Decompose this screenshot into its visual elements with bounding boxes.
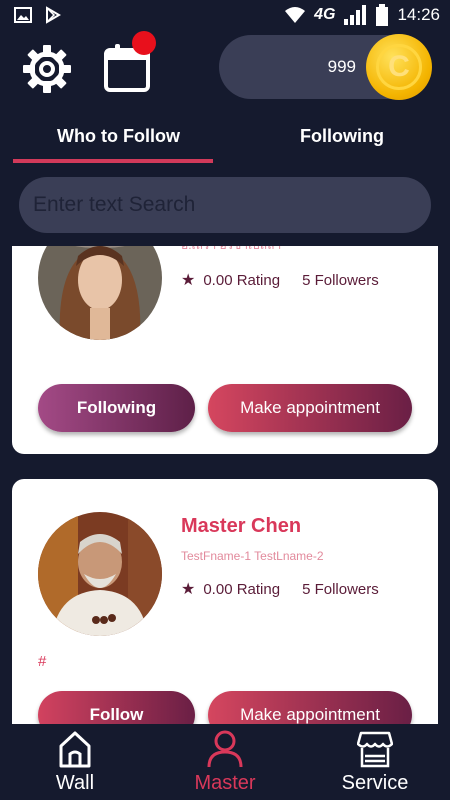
make-appointment-button[interactable]: Make appointment: [208, 384, 412, 432]
master-name: Master Chen: [181, 515, 302, 537]
status-right: 4G 14:26: [284, 4, 440, 26]
master-subtitle: อ.เลรา อริชาเบิลลา: [181, 246, 281, 255]
clock: 14:26: [397, 5, 440, 24]
followers-text: 5 Followers: [302, 271, 379, 289]
tab-who-to-follow[interactable]: Who to Follow: [57, 126, 180, 147]
rating-text: 0.00 Rating: [203, 271, 281, 289]
master-stats: ★ 0.00 Rating 5 Followers: [181, 270, 379, 290]
app-header: 999 C: [0, 30, 450, 106]
status-left: [14, 6, 62, 24]
notification-badge: [132, 31, 156, 55]
avatar-photo: [38, 246, 162, 340]
master-list[interactable]: อ.เลรา อริชาเบิลลา ★ 0.00 Rating 5 Follo…: [0, 246, 450, 724]
battery-icon: [376, 4, 389, 26]
bottom-navigation: Wall Master Service: [0, 724, 450, 800]
home-icon: [59, 731, 91, 768]
gallery-icon: [14, 7, 32, 23]
coin-symbol: C: [376, 44, 422, 90]
master-card[interactable]: Master Chen TestFname-1 TestLname-2 ★ 0.…: [12, 479, 438, 724]
followers-text: 5 Followers: [302, 580, 379, 598]
play-store-icon: [46, 6, 61, 24]
avatar-photo: [38, 512, 162, 636]
tab-following[interactable]: Following: [300, 126, 384, 147]
following-button[interactable]: Following: [38, 384, 195, 432]
coin-icon: C: [366, 34, 432, 100]
master-description: #: [38, 653, 47, 670]
coin-balance: 999: [327, 57, 356, 76]
nav-master[interactable]: Master: [170, 728, 280, 798]
master-card[interactable]: อ.เลรา อริชาเบิลลา ★ 0.00 Rating 5 Follo…: [12, 246, 438, 454]
person-icon: [207, 730, 243, 768]
avatar: [38, 512, 162, 636]
nav-master-label: Master: [194, 772, 256, 794]
signal-icon: [344, 5, 367, 25]
nav-service-label: Service: [341, 772, 409, 794]
rating-text: 0.00 Rating: [203, 580, 281, 598]
make-appointment-button[interactable]: Make appointment: [208, 691, 412, 724]
star-icon: ★: [181, 272, 196, 289]
active-tab-indicator: [13, 159, 213, 163]
star-icon: ★: [181, 581, 196, 598]
network-type: 4G: [314, 6, 336, 23]
wifi-icon: [285, 7, 306, 23]
avatar: [38, 246, 162, 340]
nav-wall[interactable]: Wall: [20, 728, 130, 798]
store-icon: [357, 731, 393, 768]
nav-wall-label: Wall: [55, 772, 95, 794]
master-subtitle: TestFname-1 TestLname-2: [181, 549, 324, 563]
gear-icon[interactable]: [22, 44, 72, 94]
search-input[interactable]: [19, 177, 431, 233]
tab-bar: Who to Follow Following: [0, 118, 450, 166]
follow-button[interactable]: Follow: [38, 691, 195, 724]
status-bar: 4G 14:26: [0, 0, 450, 30]
master-stats: ★ 0.00 Rating 5 Followers: [181, 579, 379, 599]
nav-service[interactable]: Service: [320, 728, 430, 798]
